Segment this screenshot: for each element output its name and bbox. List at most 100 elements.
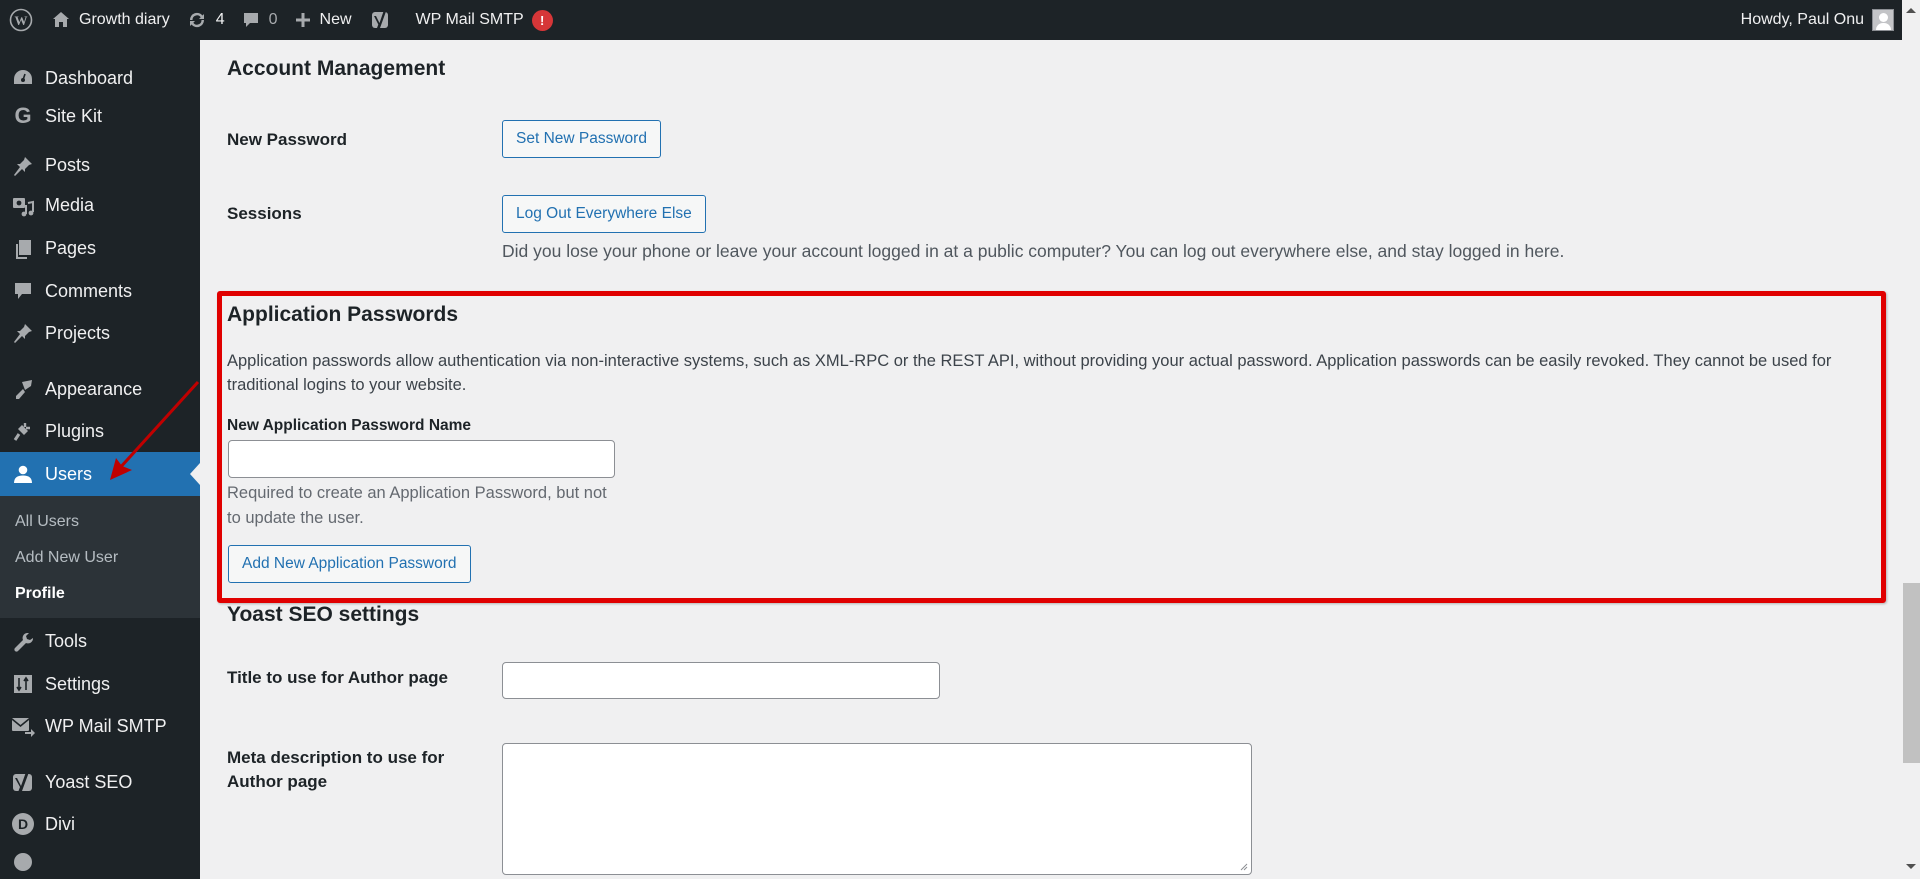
app-password-name-label: New Application Password Name (227, 417, 472, 434)
users-submenu: All Users Add New User Profile (0, 496, 200, 618)
yoast-icon (370, 8, 392, 32)
comments-count: 0 (268, 11, 278, 28)
sidebar-item-dashboard[interactable]: Dashboard (0, 59, 200, 97)
app-password-name-input[interactable] (228, 440, 615, 478)
howdy-greeting: Howdy, Paul Onu (1740, 11, 1864, 28)
mail-forward-icon (11, 714, 35, 738)
avatar-icon (1872, 9, 1894, 31)
pages-icon (11, 237, 35, 261)
author-title-label: Title to use for Author page (227, 668, 449, 687)
submenu-item-all-users[interactable]: All Users (0, 504, 200, 540)
pushpin-icon (11, 321, 35, 345)
sidebar-item-media[interactable]: Media (0, 184, 200, 227)
sidebar-item-users[interactable]: Users (0, 452, 200, 496)
sidebar-item-label: Posts (45, 155, 91, 175)
add-new-application-password-button[interactable]: Add New Application Password (228, 545, 471, 583)
sidebar-item-label: Tools (45, 631, 88, 651)
app-password-name-help: Required to create an Application Passwo… (227, 484, 607, 527)
sidebar-item-divi[interactable]: D Divi (0, 803, 200, 845)
sidebar-item-label: Plugins (45, 420, 105, 441)
admin-bar: W Growth diary 4 0 New WP Mail SMTP ! Ho… (0, 0, 1902, 40)
sidebar-item-label: Comments (45, 280, 133, 301)
sidebar-item-label: WP Mail SMTP (45, 715, 167, 736)
application-passwords-description: Application passwords allow authenticati… (227, 352, 1832, 394)
yoast-menu[interactable] (360, 0, 408, 40)
comment-icon (241, 10, 261, 30)
updates-menu[interactable]: 4 (178, 0, 233, 40)
yoast-seo-settings-heading: Yoast SEO settings (227, 603, 420, 626)
sidebar-item-label: Divi (45, 813, 75, 834)
page-scrollbar[interactable] (1902, 0, 1920, 879)
dashboard-icon (11, 66, 35, 90)
author-title-input[interactable] (502, 662, 940, 699)
wp-mail-smtp-label: WP Mail SMTP (415, 11, 524, 28)
admin-sidebar: Dashboard G Site Kit Posts Media Pages C… (0, 40, 200, 879)
wp-mail-smtp-menu[interactable]: WP Mail SMTP ! (408, 0, 561, 40)
sidebar-item-label: Projects (45, 322, 111, 343)
comment-icon (11, 279, 35, 303)
meta-description-label: Meta description to use for Author page (227, 748, 445, 791)
sliders-icon (11, 672, 35, 696)
alert-badge: ! (531, 9, 553, 31)
sidebar-item-projects[interactable]: Projects (0, 312, 200, 354)
sidebar-item-comments[interactable]: Comments (0, 270, 200, 312)
comments-menu[interactable]: 0 (233, 0, 286, 40)
sidebar-item-tools[interactable]: Tools (0, 620, 200, 663)
sidebar-item-label: Settings (45, 673, 111, 694)
my-account-menu[interactable]: Howdy, Paul Onu (1741, 0, 1894, 40)
sidebar-item-label: Pages (45, 238, 97, 258)
log-out-everywhere-button[interactable]: Log Out Everywhere Else (502, 195, 706, 233)
sidebar-item-settings[interactable]: Settings (0, 663, 200, 705)
site-name: Growth diary (79, 11, 170, 28)
scroll-down-arrow-icon[interactable] (1906, 864, 1916, 869)
scroll-up-arrow-icon[interactable] (1906, 8, 1916, 13)
sidebar-item-label: Site Kit (45, 105, 103, 126)
updates-count: 4 (215, 11, 225, 28)
scrollbar-thumb[interactable] (1903, 583, 1920, 763)
new-password-label: New Password (227, 130, 347, 149)
submenu-item-add-new-user[interactable]: Add New User (0, 540, 200, 576)
yoast-icon (11, 770, 35, 794)
new-label: New (319, 11, 352, 28)
sidebar-item-yoast-seo[interactable]: Yoast SEO (0, 761, 200, 803)
sidebar-item-label: Appearance (45, 378, 143, 399)
svg-text:W: W (15, 13, 28, 28)
home-icon (51, 10, 71, 30)
sidebar-item-label: Dashboard (45, 67, 134, 88)
account-management-heading: Account Management (227, 57, 446, 80)
divi-icon: D (11, 812, 35, 836)
sidebar-item-partial[interactable] (0, 845, 200, 875)
sidebar-item-wp-mail-smtp[interactable]: WP Mail SMTP (0, 705, 200, 747)
meta-description-textarea[interactable] (502, 743, 1252, 875)
google-g-icon: G (14, 103, 32, 128)
sidebar-item-label: Users (45, 463, 93, 484)
profile-main: Account Management New Password Set New … (200, 40, 1902, 879)
new-content-menu[interactable]: New (286, 0, 360, 40)
submenu-item-profile[interactable]: Profile (0, 576, 200, 612)
sidebar-item-label: Yoast SEO (45, 771, 133, 792)
updates-icon (186, 9, 208, 31)
wordpress-logo-icon: W (9, 8, 33, 32)
application-passwords-heading: Application Passwords (227, 303, 459, 326)
sidebar-item-label: Media (45, 195, 95, 215)
sidebar-item-pages[interactable]: Pages (0, 227, 200, 270)
sidebar-item-appearance[interactable]: Appearance (0, 368, 200, 410)
plus-icon (294, 11, 312, 29)
wrench-icon (11, 630, 35, 654)
plug-icon (11, 419, 35, 443)
svg-text:D: D (18, 816, 28, 832)
sidebar-item-plugins[interactable]: Plugins (0, 410, 200, 452)
site-name-menu[interactable]: Growth diary (43, 0, 178, 40)
sidebar-item-site-kit[interactable]: G Site Kit (0, 97, 200, 135)
pushpin-icon (11, 154, 35, 178)
user-icon (11, 462, 35, 486)
sidebar-item-posts[interactable]: Posts (0, 147, 200, 184)
resize-grip-icon[interactable] (1239, 862, 1248, 871)
set-new-password-button[interactable]: Set New Password (502, 120, 661, 158)
wordpress-logo-menu[interactable]: W (0, 0, 43, 40)
partial-menu-icon (11, 848, 35, 872)
sessions-label: Sessions (227, 204, 302, 223)
paintbrush-icon (11, 377, 35, 401)
media-icon (11, 194, 35, 218)
sessions-description: Did you lose your phone or leave your ac… (502, 241, 1565, 261)
